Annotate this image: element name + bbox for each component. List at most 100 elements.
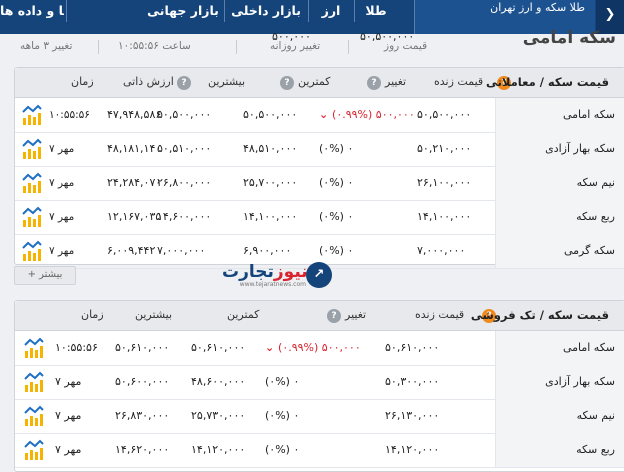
col-live-price: قیمت زنده — [434, 75, 484, 88]
col-high: بیشترین — [208, 75, 246, 88]
page-title: سکه امامی — [522, 28, 616, 48]
cell-intrinsic: ۲۴,۲۸۴,۰۷۰ — [107, 176, 162, 189]
cell-change: ⌄ (۰.۹۹%) ۵۰۰,۰۰۰ — [319, 108, 415, 121]
panel-title: قیمت سکه / تک فروشی — [470, 308, 609, 322]
table-row[interactable]: سکه امامی ۵۰,۵۰۰,۰۰۰ ⌄ (۰.۹۹%) ۵۰۰,۰۰۰ ۵۰,۵… — [15, 98, 624, 133]
cell-time: ۷ مهر — [49, 177, 75, 189]
cell-time: ۱۰:۵۵:۵۶ — [49, 109, 90, 121]
help-icon[interactable]: ? — [177, 76, 191, 90]
nav-divider — [354, 0, 355, 22]
cell-time: ۷ مهر — [55, 375, 82, 388]
row-name[interactable]: سکه امامی — [495, 331, 624, 365]
table-row[interactable]: نیم سکه ۲۶,۱۰۰,۰۰۰ (۰%) ۰ ۲۵,۷۰۰,۰۰۰ ۲۶,۸۰۰,… — [15, 166, 624, 201]
row-name[interactable]: نیم سکه — [495, 399, 624, 433]
brand-text: طلا سکه و ارز تهران — [490, 1, 585, 14]
col-time: زمان — [71, 75, 94, 88]
chart-icon[interactable] — [21, 172, 43, 194]
watermark-url: www.tejaratnews.com — [239, 281, 306, 288]
cell-intrinsic: ۴۷,۹۴۸,۵۸۶ — [107, 108, 162, 121]
cell-high: ۱۴,۶۲۰,۰۰۰ — [115, 443, 170, 456]
chart-icon[interactable] — [21, 104, 43, 126]
table-row[interactable]: ربع سکه ۱۴,۱۰۰,۰۰۰ (۰%) ۰ ۱۴,۱۰۰,۰۰۰ ۱۴,۶۰۰,… — [15, 200, 624, 235]
trading-coin-panel: ? قیمت سکه / معاملاتی قیمت زنده ? تغییر … — [14, 67, 624, 269]
col-time: زمان — [81, 308, 104, 321]
cell-live: ۵۰,۳۰۰,۰۰۰ — [385, 375, 440, 388]
col-low: کمترین — [298, 75, 331, 88]
nav-tab-domestic-market[interactable]: بازار داخلی — [228, 0, 304, 22]
cell-high: ۵۰,۵۰۰,۰۰۰ — [157, 108, 212, 121]
more-label: بیشتر — [39, 269, 63, 280]
cell-low: ۲۵,۷۰۰,۰۰۰ — [243, 176, 298, 189]
col-change: تغییر — [345, 308, 367, 321]
chart-icon[interactable] — [23, 405, 45, 427]
table-row[interactable]: ربع سکه ۱۴,۱۲۰,۰۰۰ (۰%) ۰ ۱۴,۱۲۰,۰۰۰ ۱۴,۶۲۰,… — [15, 433, 624, 468]
arrow-down-icon: ⌄ — [265, 341, 279, 354]
nav-divider — [224, 0, 225, 22]
cell-intrinsic: ۱۲,۱۶۷,۰۳۵ — [107, 210, 162, 223]
row-name[interactable]: ربع سکه — [495, 200, 624, 234]
cell-low: ۵۰,۵۰۰,۰۰۰ — [243, 108, 298, 121]
cell-change: (۰%) ۰ — [265, 375, 300, 388]
cell-low: ۱۴,۱۲۰,۰۰۰ — [191, 443, 246, 456]
row-name[interactable]: سکه بهار آزادی — [495, 365, 624, 399]
help-icon[interactable]: ? — [280, 76, 294, 90]
cell-change: ⌄ (۰.۹۹%) ۵۰۰,۰۰۰ — [265, 341, 361, 354]
cell-low: ۴۸,۵۱۰,۰۰۰ — [243, 142, 298, 155]
cell-live: ۱۴,۱۰۰,۰۰۰ — [417, 210, 472, 223]
chart-icon[interactable] — [21, 206, 43, 228]
col-high: بیشترین — [135, 308, 173, 321]
update-time-label: ساعت ۱۰:۵۵:۵۶ — [118, 40, 191, 52]
cell-change: (۰%) ۰ — [319, 210, 354, 223]
cell-high: ۵۰,۶۰۰,۰۰۰ — [115, 375, 170, 388]
cell-time: ۷ مهر — [55, 443, 82, 456]
chart-icon[interactable] — [21, 138, 43, 160]
nav-tab-gold[interactable]: طلا — [358, 0, 394, 22]
cell-intrinsic: ۶,۰۰۹,۴۴۲ — [107, 244, 156, 257]
table-row[interactable]: سکه بهار آزادی ۵۰,۲۱۰,۰۰۰ (۰%) ۰ ۴۸,۵۱۰,۰۰۰… — [15, 132, 624, 167]
chart-icon[interactable] — [23, 371, 45, 393]
cell-live: ۱۴,۱۲۰,۰۰۰ — [385, 443, 440, 456]
nav-tab-global-market[interactable]: بازار جهانی — [144, 0, 222, 22]
cell-time: ۱۰:۵۵:۵۶ — [55, 341, 98, 354]
more-button[interactable]: + بیشتر — [14, 266, 76, 285]
cell-high: ۵۰,۶۱۰,۰۰۰ — [115, 341, 170, 354]
cell-change: (۰%) ۰ — [319, 176, 354, 189]
row-name[interactable]: سکه گرمی — [495, 234, 624, 268]
cell-live: ۵۰,۵۰۰,۰۰۰ — [417, 108, 472, 121]
row-name[interactable]: ربع سکه — [495, 433, 624, 467]
cell-live: ۲۶,۱۳۰,۰۰۰ — [385, 409, 440, 422]
row-name[interactable]: نیم سکه — [495, 166, 624, 200]
panel-title: قیمت سکه / معاملاتی — [485, 75, 609, 89]
table-row[interactable]: نیم سکه ۲۶,۱۳۰,۰۰۰ (۰%) ۰ ۲۵,۷۳۰,۰۰۰ ۲۶,۸۳۰,… — [15, 399, 624, 434]
summary-divider — [348, 40, 349, 54]
cell-change: (۰%) ۰ — [319, 142, 354, 155]
cell-low: ۲۵,۷۳۰,۰۰۰ — [191, 409, 246, 422]
retail-coin-panel: ? قیمت سکه / تک فروشی قیمت زنده ? تغییر … — [14, 300, 624, 472]
cell-time: ۷ مهر — [49, 211, 75, 223]
cell-time: ۷ مهر — [55, 409, 82, 422]
watermark-name: نیوزتجارت — [222, 262, 308, 282]
cell-low: ۱۴,۱۰۰,۰۰۰ — [243, 210, 298, 223]
help-icon[interactable]: ? — [367, 76, 381, 90]
help-icon[interactable]: ? — [327, 309, 341, 323]
cell-time: ۷ مهر — [49, 143, 75, 155]
chart-icon[interactable] — [23, 337, 45, 359]
cell-live: ۷,۰۰۰,۰۰۰ — [417, 244, 466, 257]
cell-change: (۰%) ۰ — [265, 409, 300, 422]
arrow-down-icon: ⌄ — [319, 108, 333, 121]
plus-icon: + — [27, 269, 40, 280]
col-live-price: قیمت زنده — [415, 308, 465, 321]
table-row[interactable]: سکه بهار آزادی ۵۰,۳۰۰,۰۰۰ (۰%) ۰ ۴۸,۶۰۰,۰۰۰… — [15, 365, 624, 400]
cell-low: ۴۸,۶۰۰,۰۰۰ — [191, 375, 246, 388]
row-name[interactable]: سکه بهار آزادی — [495, 132, 624, 166]
day-price-label: قیمت روز — [384, 40, 428, 52]
cell-high: ۵۰,۵۱۰,۰۰۰ — [157, 142, 212, 155]
nav-tab-currency[interactable]: ارز — [312, 0, 350, 22]
nav-tab-charts[interactable]: نمودارها و داده ها — [0, 0, 64, 22]
nav-divider — [66, 0, 67, 22]
chart-icon[interactable] — [21, 240, 43, 262]
table-row[interactable]: سکه امامی ۵۰,۶۱۰,۰۰۰ ⌄ (۰.۹۹%) ۵۰۰,۰۰۰ ۵۰,۶… — [15, 331, 624, 366]
cell-live: ۵۰,۲۱۰,۰۰۰ — [417, 142, 472, 155]
row-name[interactable]: سکه امامی — [495, 98, 624, 132]
cell-high: ۲۶,۸۳۰,۰۰۰ — [115, 409, 170, 422]
